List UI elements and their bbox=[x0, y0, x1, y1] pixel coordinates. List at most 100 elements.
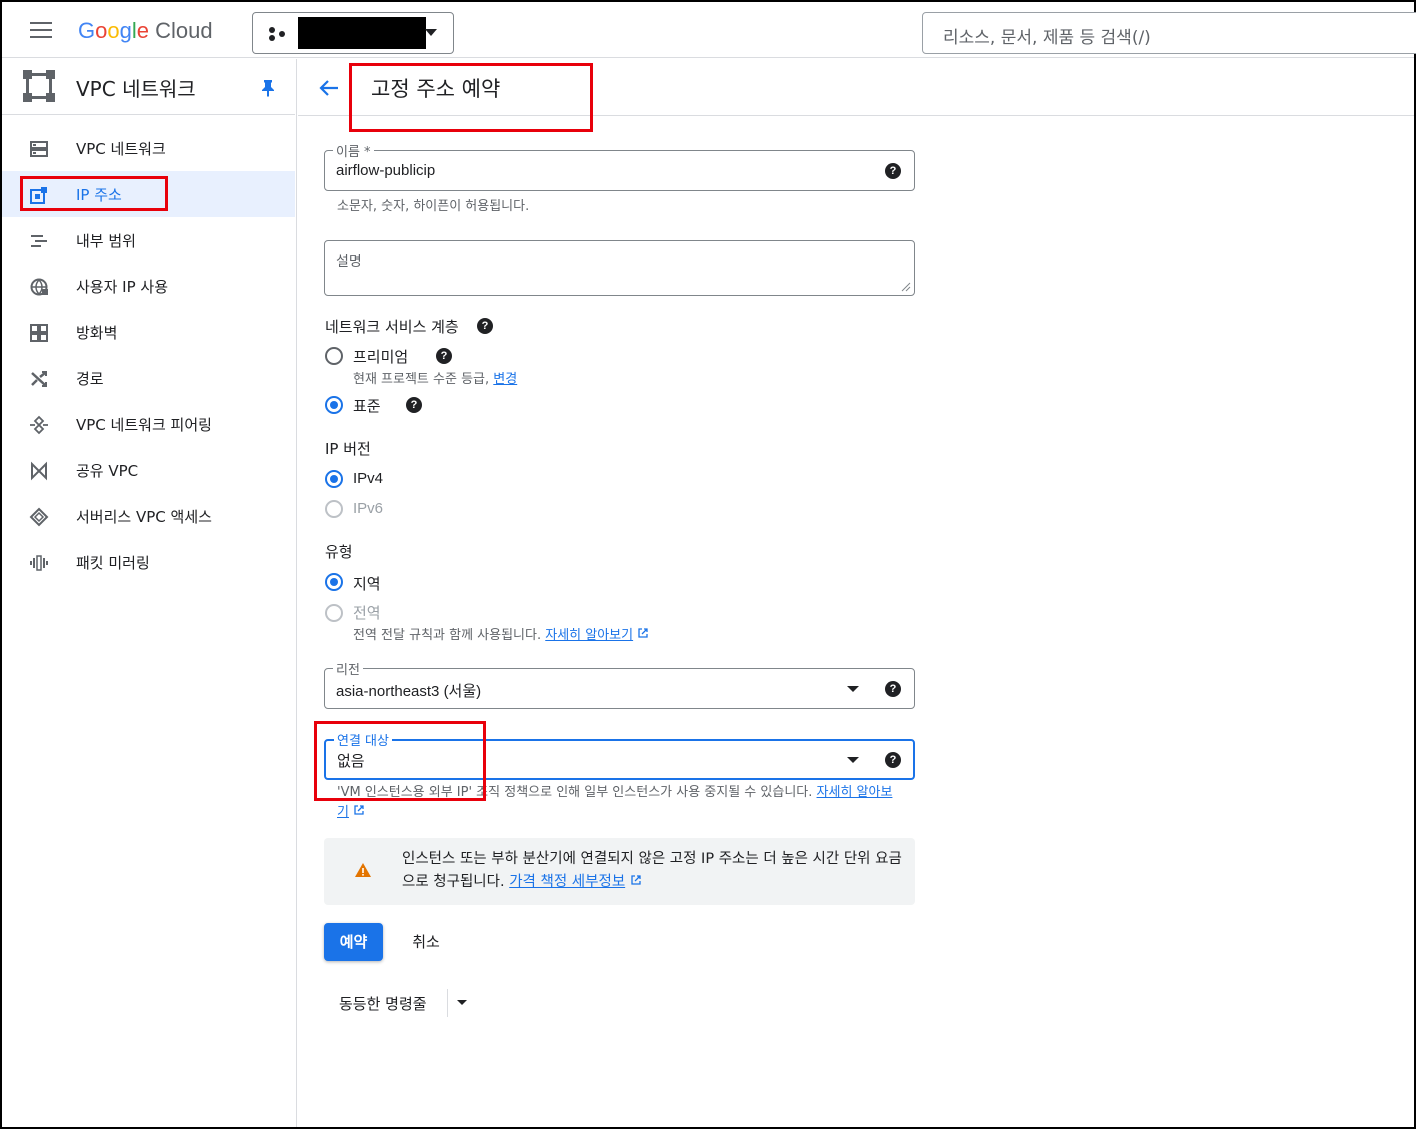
help-icon[interactable]: ? bbox=[477, 318, 493, 334]
external-link-icon bbox=[638, 628, 648, 638]
attached-to-select[interactable]: 연결 대상 없음 ? bbox=[324, 730, 915, 780]
reserve-button[interactable]: 예약 bbox=[324, 923, 383, 961]
top-bar: Google Cloud 리소스, 문서, 제품 등 검색(/) bbox=[2, 2, 1416, 58]
help-icon[interactable]: ? bbox=[885, 163, 901, 179]
radio-premium[interactable] bbox=[325, 347, 343, 365]
tier-label: 네트워크 서비스 계층 bbox=[325, 318, 459, 336]
sidebar-item-byoip[interactable]: 사용자 IP 사용 bbox=[2, 263, 295, 309]
sidebar: VPC 네트워크 VPC 네트워크 IP 주소 내부 범위 사용자 IP 사용 … bbox=[2, 59, 297, 1127]
chevron-down-icon bbox=[425, 29, 437, 36]
vpc-network-icon bbox=[30, 141, 48, 157]
global-hint-text: 전역 전달 규칙과 함께 사용됩니다. bbox=[353, 628, 542, 643]
premium-hint: 현재 프로젝트 수준 등급, 변경 bbox=[353, 368, 517, 387]
ip-version-label: IP 버전 bbox=[325, 440, 371, 458]
google-cloud-logo[interactable]: Google Cloud bbox=[78, 18, 213, 44]
search-input[interactable]: 리소스, 문서, 제품 등 검색(/) bbox=[922, 12, 1416, 54]
sidebar-item-label: 패킷 미러링 bbox=[76, 554, 150, 572]
help-icon[interactable]: ? bbox=[885, 752, 901, 768]
learn-more-link-part1[interactable]: 자 bbox=[817, 785, 829, 800]
resize-handle-icon[interactable] bbox=[901, 282, 911, 292]
page-title: 고정 주소 예약 bbox=[371, 77, 501, 101]
attached-to-hint-text: 'VM 인스턴스용 외부 IP' 조직 정책으로 인해 일부 인스턴스가 사용 … bbox=[337, 785, 813, 800]
sidebar-item-label: 내부 범위 bbox=[76, 232, 136, 250]
routes-icon bbox=[31, 371, 47, 387]
sidebar-item-ip-addresses[interactable]: IP 주소 bbox=[2, 171, 295, 217]
redacted-project-name bbox=[298, 17, 426, 49]
chevron-down-icon bbox=[847, 757, 859, 763]
sidebar-item-internal-ranges[interactable]: 내부 범위 bbox=[2, 217, 295, 263]
firewall-icon bbox=[30, 324, 48, 342]
radio-regional[interactable] bbox=[325, 573, 343, 591]
shared-vpc-icon bbox=[31, 461, 47, 481]
peering-icon bbox=[30, 415, 48, 435]
chevron-down-icon[interactable] bbox=[457, 1000, 467, 1005]
sidebar-item-firewall[interactable]: 방화벽 bbox=[2, 309, 295, 355]
help-icon[interactable]: ? bbox=[885, 681, 901, 697]
back-arrow-icon[interactable] bbox=[318, 77, 340, 99]
sidebar-item-packet-mirroring[interactable]: 패킷 미러링 bbox=[2, 539, 295, 585]
type-label: 유형 bbox=[325, 543, 353, 561]
warning-text: 인스턴스 또는 부하 분산기에 연결되지 않은 고정 IP 주소는 더 높은 시… bbox=[402, 851, 902, 890]
global-hint: 전역 전달 규칙과 함께 사용됩니다. 자세히 알아보기 bbox=[353, 624, 649, 643]
vpc-product-icon bbox=[23, 70, 55, 102]
logo-cloud: Cloud bbox=[155, 18, 213, 43]
attached-to-label: 연결 대상 bbox=[334, 730, 392, 749]
radio-regional-label: 지역 bbox=[353, 575, 381, 593]
radio-standard[interactable] bbox=[325, 396, 343, 414]
sidebar-item-vpc-networks[interactable]: VPC 네트워크 bbox=[2, 125, 295, 171]
name-hint: 소문자, 숫자, 하이픈이 허용됩니다. bbox=[337, 199, 530, 214]
radio-ipv4[interactable] bbox=[325, 470, 343, 488]
name-field[interactable]: 이름 * airflow-publicip ? bbox=[324, 141, 915, 191]
attached-to-value: 없음 bbox=[337, 753, 365, 770]
help-icon[interactable]: ? bbox=[406, 397, 422, 413]
help-icon[interactable]: ? bbox=[436, 348, 452, 364]
sidebar-item-shared-vpc[interactable]: 공유 VPC bbox=[2, 447, 295, 493]
external-link-icon bbox=[631, 875, 641, 885]
name-field-value: airflow-publicip bbox=[336, 162, 436, 179]
name-field-label: 이름 * bbox=[333, 141, 374, 160]
serverless-icon bbox=[29, 507, 49, 527]
command-line-label: 동등한 명령줄 bbox=[339, 995, 427, 1013]
sidebar-item-vpc-peering[interactable]: VPC 네트워크 피어링 bbox=[2, 401, 295, 447]
sidebar-item-serverless-vpc-access[interactable]: 서버리스 VPC 액세스 bbox=[2, 493, 295, 539]
region-value: asia-northeast3 (서울) bbox=[336, 683, 482, 700]
radio-global-label: 전역 bbox=[353, 604, 381, 622]
sidebar-header: VPC 네트워크 bbox=[2, 59, 295, 115]
equivalent-command-line-button[interactable]: 동등한 명령줄 bbox=[328, 985, 474, 1021]
radio-ipv4-label: IPv4 bbox=[353, 470, 384, 487]
radio-ipv6[interactable] bbox=[325, 500, 343, 518]
sidebar-title: VPC 네트워크 bbox=[76, 77, 196, 101]
sidebar-item-label: 서버리스 VPC 액세스 bbox=[76, 508, 212, 526]
sidebar-item-label: VPC 네트워크 피어링 bbox=[76, 416, 212, 434]
radio-global[interactable] bbox=[325, 604, 343, 622]
warning-text-block: 인스턴스 또는 부하 분산기에 연결되지 않은 고정 IP 주소는 더 높은 시… bbox=[402, 848, 902, 894]
ip-address-icon bbox=[30, 187, 47, 204]
pin-icon[interactable] bbox=[261, 79, 275, 97]
attached-to-hint: 'VM 인스턴스용 외부 IP' 조직 정책으로 인해 일부 인스턴스가 사용 … bbox=[337, 783, 897, 823]
cancel-button[interactable]: 취소 bbox=[398, 923, 454, 961]
premium-hint-text: 현재 프로젝트 수준 등급, bbox=[353, 372, 490, 387]
project-icon bbox=[269, 27, 287, 41]
project-selector[interactable] bbox=[252, 12, 454, 54]
region-label: 리전 bbox=[333, 659, 363, 678]
learn-more-link[interactable]: 자세히 알아보기 bbox=[545, 628, 633, 643]
sidebar-item-label: IP 주소 bbox=[76, 186, 122, 204]
page-header: 고정 주소 예약 bbox=[298, 59, 1414, 116]
logo-google: Google bbox=[78, 18, 150, 43]
description-placeholder: 설명 bbox=[336, 253, 362, 269]
sidebar-item-label: 경로 bbox=[76, 370, 104, 388]
pricing-details-link[interactable]: 가격 책정 세부정보 bbox=[509, 874, 625, 890]
internal-range-icon bbox=[31, 235, 47, 247]
packet-mirroring-icon bbox=[30, 555, 48, 571]
divider bbox=[447, 989, 448, 1017]
change-tier-link[interactable]: 변경 bbox=[493, 372, 517, 387]
sidebar-item-label: VPC 네트워크 bbox=[76, 140, 166, 158]
pricing-warning: 인스턴스 또는 부하 분산기에 연결되지 않은 고정 IP 주소는 더 높은 시… bbox=[324, 838, 915, 905]
radio-ipv6-label: IPv6 bbox=[353, 500, 384, 517]
sidebar-item-routes[interactable]: 경로 bbox=[2, 355, 295, 401]
sidebar-item-label: 방화벽 bbox=[76, 324, 118, 342]
description-field[interactable]: 설명 bbox=[324, 240, 915, 296]
external-link-icon bbox=[354, 805, 364, 815]
hamburger-menu-icon[interactable] bbox=[30, 22, 52, 38]
region-select[interactable]: 리전 asia-northeast3 (서울) ? bbox=[324, 659, 915, 709]
